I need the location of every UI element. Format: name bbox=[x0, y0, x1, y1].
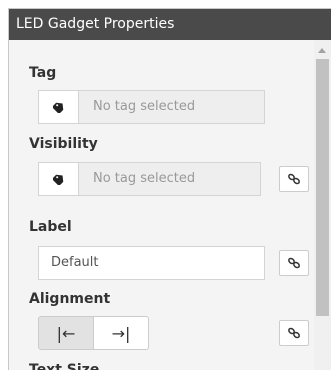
alignment-label: Alignment bbox=[29, 291, 111, 307]
visibility-placeholder: No tag selected bbox=[93, 171, 196, 186]
scroll-thumb[interactable] bbox=[316, 59, 329, 316]
alignment-link-button[interactable] bbox=[279, 320, 309, 346]
gadget-properties-panel: LED Gadget Properties Tag No tag selecte… bbox=[8, 8, 331, 370]
tag-icon bbox=[52, 102, 63, 113]
link-icon bbox=[288, 257, 300, 269]
align-left-button[interactable]: |← bbox=[38, 316, 94, 350]
scroll-up-arrow-icon[interactable] bbox=[318, 48, 326, 53]
tag-select-button[interactable] bbox=[39, 91, 79, 123]
label-input[interactable]: Default bbox=[38, 246, 265, 280]
link-icon bbox=[288, 327, 300, 339]
link-icon bbox=[288, 173, 300, 185]
tag-icon bbox=[52, 174, 63, 185]
tag-placeholder: No tag selected bbox=[93, 99, 196, 114]
text-size-label: Text Size bbox=[29, 362, 100, 370]
properties-content: Tag No tag selected Visibility No tag se… bbox=[9, 40, 331, 370]
visibility-label: Visibility bbox=[29, 136, 98, 152]
visibility-link-button[interactable] bbox=[279, 166, 309, 192]
tag-label: Tag bbox=[29, 65, 57, 81]
alignment-button-group: |← →| bbox=[38, 316, 149, 350]
visibility-tag-button[interactable] bbox=[39, 163, 79, 195]
tag-field[interactable]: No tag selected bbox=[38, 90, 265, 124]
panel-title: LED Gadget Properties bbox=[9, 9, 331, 40]
visibility-field[interactable]: No tag selected bbox=[38, 162, 261, 196]
label-link-button[interactable] bbox=[279, 250, 309, 276]
label-label: Label bbox=[29, 219, 72, 235]
align-right-button[interactable]: →| bbox=[94, 316, 149, 350]
vertical-scrollbar[interactable] bbox=[314, 40, 331, 370]
